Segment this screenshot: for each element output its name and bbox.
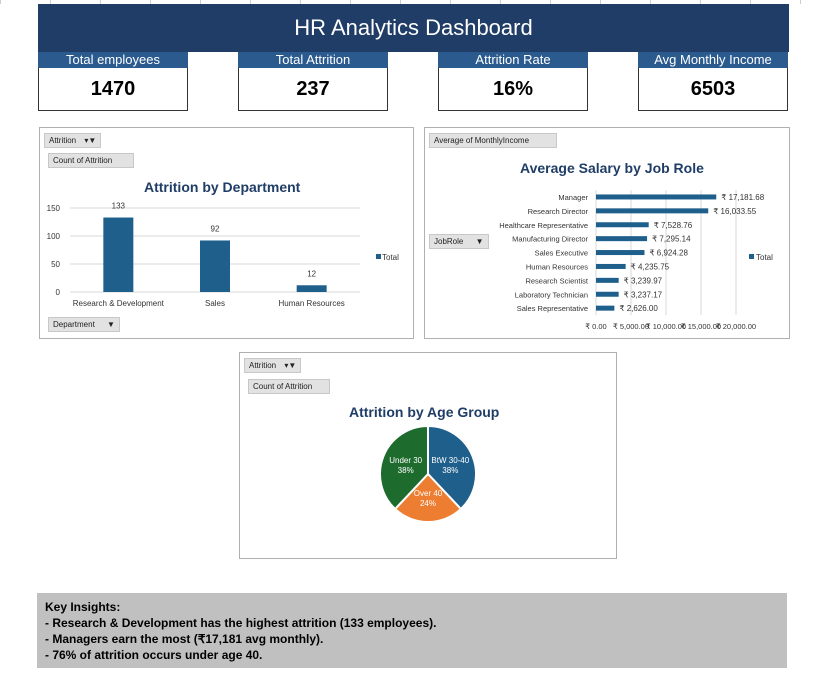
kpi-value: 16% (438, 68, 588, 111)
y-tick-label: 50 (51, 260, 60, 269)
department-chart-title: Attrition by Department (144, 179, 301, 195)
slice-label: Under 30 (389, 456, 422, 465)
kpi-label: Total employees (38, 52, 188, 68)
bar (296, 285, 327, 292)
slice-label: BtW 30-40 (431, 456, 469, 465)
bar (596, 236, 648, 242)
x-tick-label: Research & Development (73, 299, 165, 308)
count-of-attrition-label: Count of Attrition (53, 156, 113, 165)
data-label: 92 (211, 224, 220, 233)
count-of-attrition-label: Count of Attrition (253, 382, 313, 391)
department-bar-chart: 0 50 100 150 133 Research & Development 92 Sale… (47, 202, 399, 308)
average-monthly-income-label: Average of MonthlyIncome (434, 136, 530, 145)
data-label: ₹ 17,181.68 (721, 193, 764, 202)
bar (596, 222, 649, 228)
kpi-total-employees: Total employees 1470 (38, 52, 188, 112)
data-label: 12 (307, 269, 316, 278)
salary-horizontal-bar-chart: ₹ 0.00 ₹ 5,000.00₹ 10,000.00₹ 15,000.00₹ … (499, 190, 773, 331)
kpi-label: Attrition Rate (438, 52, 588, 68)
legend-swatch (376, 254, 381, 259)
salary-chart-title: Average Salary by Job Role (520, 160, 704, 176)
age-count-of-attrition-field-button[interactable]: Count of Attrition (248, 379, 330, 394)
data-label: ₹ 3,239.97 (624, 276, 663, 285)
bar (200, 240, 230, 292)
kpi-value: 237 (238, 68, 388, 111)
chevron-down-icon: ▼ (107, 320, 115, 329)
bar (596, 277, 619, 283)
attrition-filter-label: Attrition (249, 361, 277, 370)
insight-line: - Research & Development has the highest… (45, 616, 437, 630)
age-group-pie-chart: BtW 30-4038%Over 4024%Under 3038% (379, 424, 477, 523)
data-label: ₹ 6,924.28 (649, 249, 688, 258)
department-axis-label: Department (53, 320, 95, 329)
y-tick-label: Sales Representative (517, 304, 588, 313)
y-tick-label: Research Scientist (525, 276, 588, 285)
age-attrition-filter-button[interactable]: Attrition ▾▼ (244, 358, 302, 373)
average-salary-by-job-role-panel: Average of MonthlyIncome Average Salary … (424, 127, 790, 339)
filter-dropdown-icon: ▾▼ (84, 136, 97, 145)
bar (596, 291, 619, 297)
x-tick-label: ₹ 5,000.00 (613, 322, 649, 331)
y-tick-label: Manager (558, 193, 588, 202)
attrition-by-age-group-panel: Attrition ▾▼ Count of Attrition Attritio… (239, 352, 617, 559)
legend-label: Total (756, 253, 773, 262)
y-tick-label: Laboratory Technician (515, 290, 588, 299)
average-monthly-income-field-button[interactable]: Average of MonthlyIncome (429, 133, 557, 148)
bar (596, 263, 626, 269)
data-label: ₹ 4,235.75 (631, 262, 670, 271)
dashboard-title-banner: HR Analytics Dashboard (38, 4, 789, 52)
y-tick-label: 0 (56, 288, 61, 297)
y-tick-label: 150 (47, 204, 61, 213)
bar (596, 208, 709, 214)
kpi-label: Total Attrition (238, 52, 388, 68)
x-tick-label: ₹ 20,000.00 (716, 322, 756, 331)
slice-percent: 38% (398, 466, 414, 475)
kpi-label: Avg Monthly Income (638, 52, 788, 68)
kpi-value: 1470 (38, 68, 188, 111)
data-label: ₹ 7,528.76 (654, 221, 693, 230)
x-tick-label: Sales (205, 299, 225, 308)
attrition-filter-label: Attrition (49, 136, 77, 145)
filter-dropdown-icon: ▾▼ (284, 361, 297, 370)
x-tick-label: ₹ 0.00 (585, 322, 606, 331)
kpi-total-attrition: Total Attrition 237 (238, 52, 388, 112)
bar (103, 217, 134, 292)
bar (596, 194, 717, 200)
data-label: ₹ 2,626.00 (619, 304, 658, 313)
y-tick-label: Manufacturing Director (512, 235, 588, 244)
kpi-avg-monthly-income: Avg Monthly Income 6503 (638, 52, 788, 112)
count-of-attrition-field-button[interactable]: Count of Attrition (48, 153, 134, 168)
attrition-by-department-panel: Attrition ▾▼ Count of Attrition Attritio… (39, 127, 414, 339)
slice-label: Over 40 (414, 489, 443, 498)
bar (596, 305, 615, 311)
y-tick-label: Healthcare Representative (499, 221, 588, 230)
insights-heading: Key Insights: (45, 600, 121, 614)
legend-label: Total (382, 253, 399, 262)
kpi-value: 6503 (638, 68, 788, 111)
data-label: ₹ 16,033.55 (713, 207, 756, 216)
bar (596, 250, 645, 256)
slice-percent: 38% (442, 466, 458, 475)
department-axis-button[interactable]: Department ▼ (48, 317, 120, 332)
y-tick-label: 100 (47, 232, 61, 241)
insight-line: - Managers earn the most (₹17,181 avg mo… (45, 632, 324, 646)
data-label: ₹ 3,237.17 (624, 290, 663, 299)
x-tick-label: Human Resources (279, 299, 345, 308)
kpi-attrition-rate: Attrition Rate 16% (438, 52, 588, 112)
dashboard-title: HR Analytics Dashboard (294, 15, 533, 40)
y-tick-label: Sales Executive (535, 249, 588, 258)
y-tick-label: Human Resources (526, 262, 588, 271)
attrition-filter-button[interactable]: Attrition ▾▼ (44, 133, 102, 148)
insight-line: - 76% of attrition occurs under age 40. (45, 648, 263, 662)
data-label: ₹ 7,295.14 (652, 235, 691, 244)
data-label: 133 (112, 202, 126, 211)
slice-percent: 24% (420, 499, 436, 508)
y-tick-label: Research Director (528, 207, 589, 216)
key-insights-box: Key Insights: - Research & Development h… (37, 593, 787, 668)
legend-swatch (749, 254, 754, 259)
